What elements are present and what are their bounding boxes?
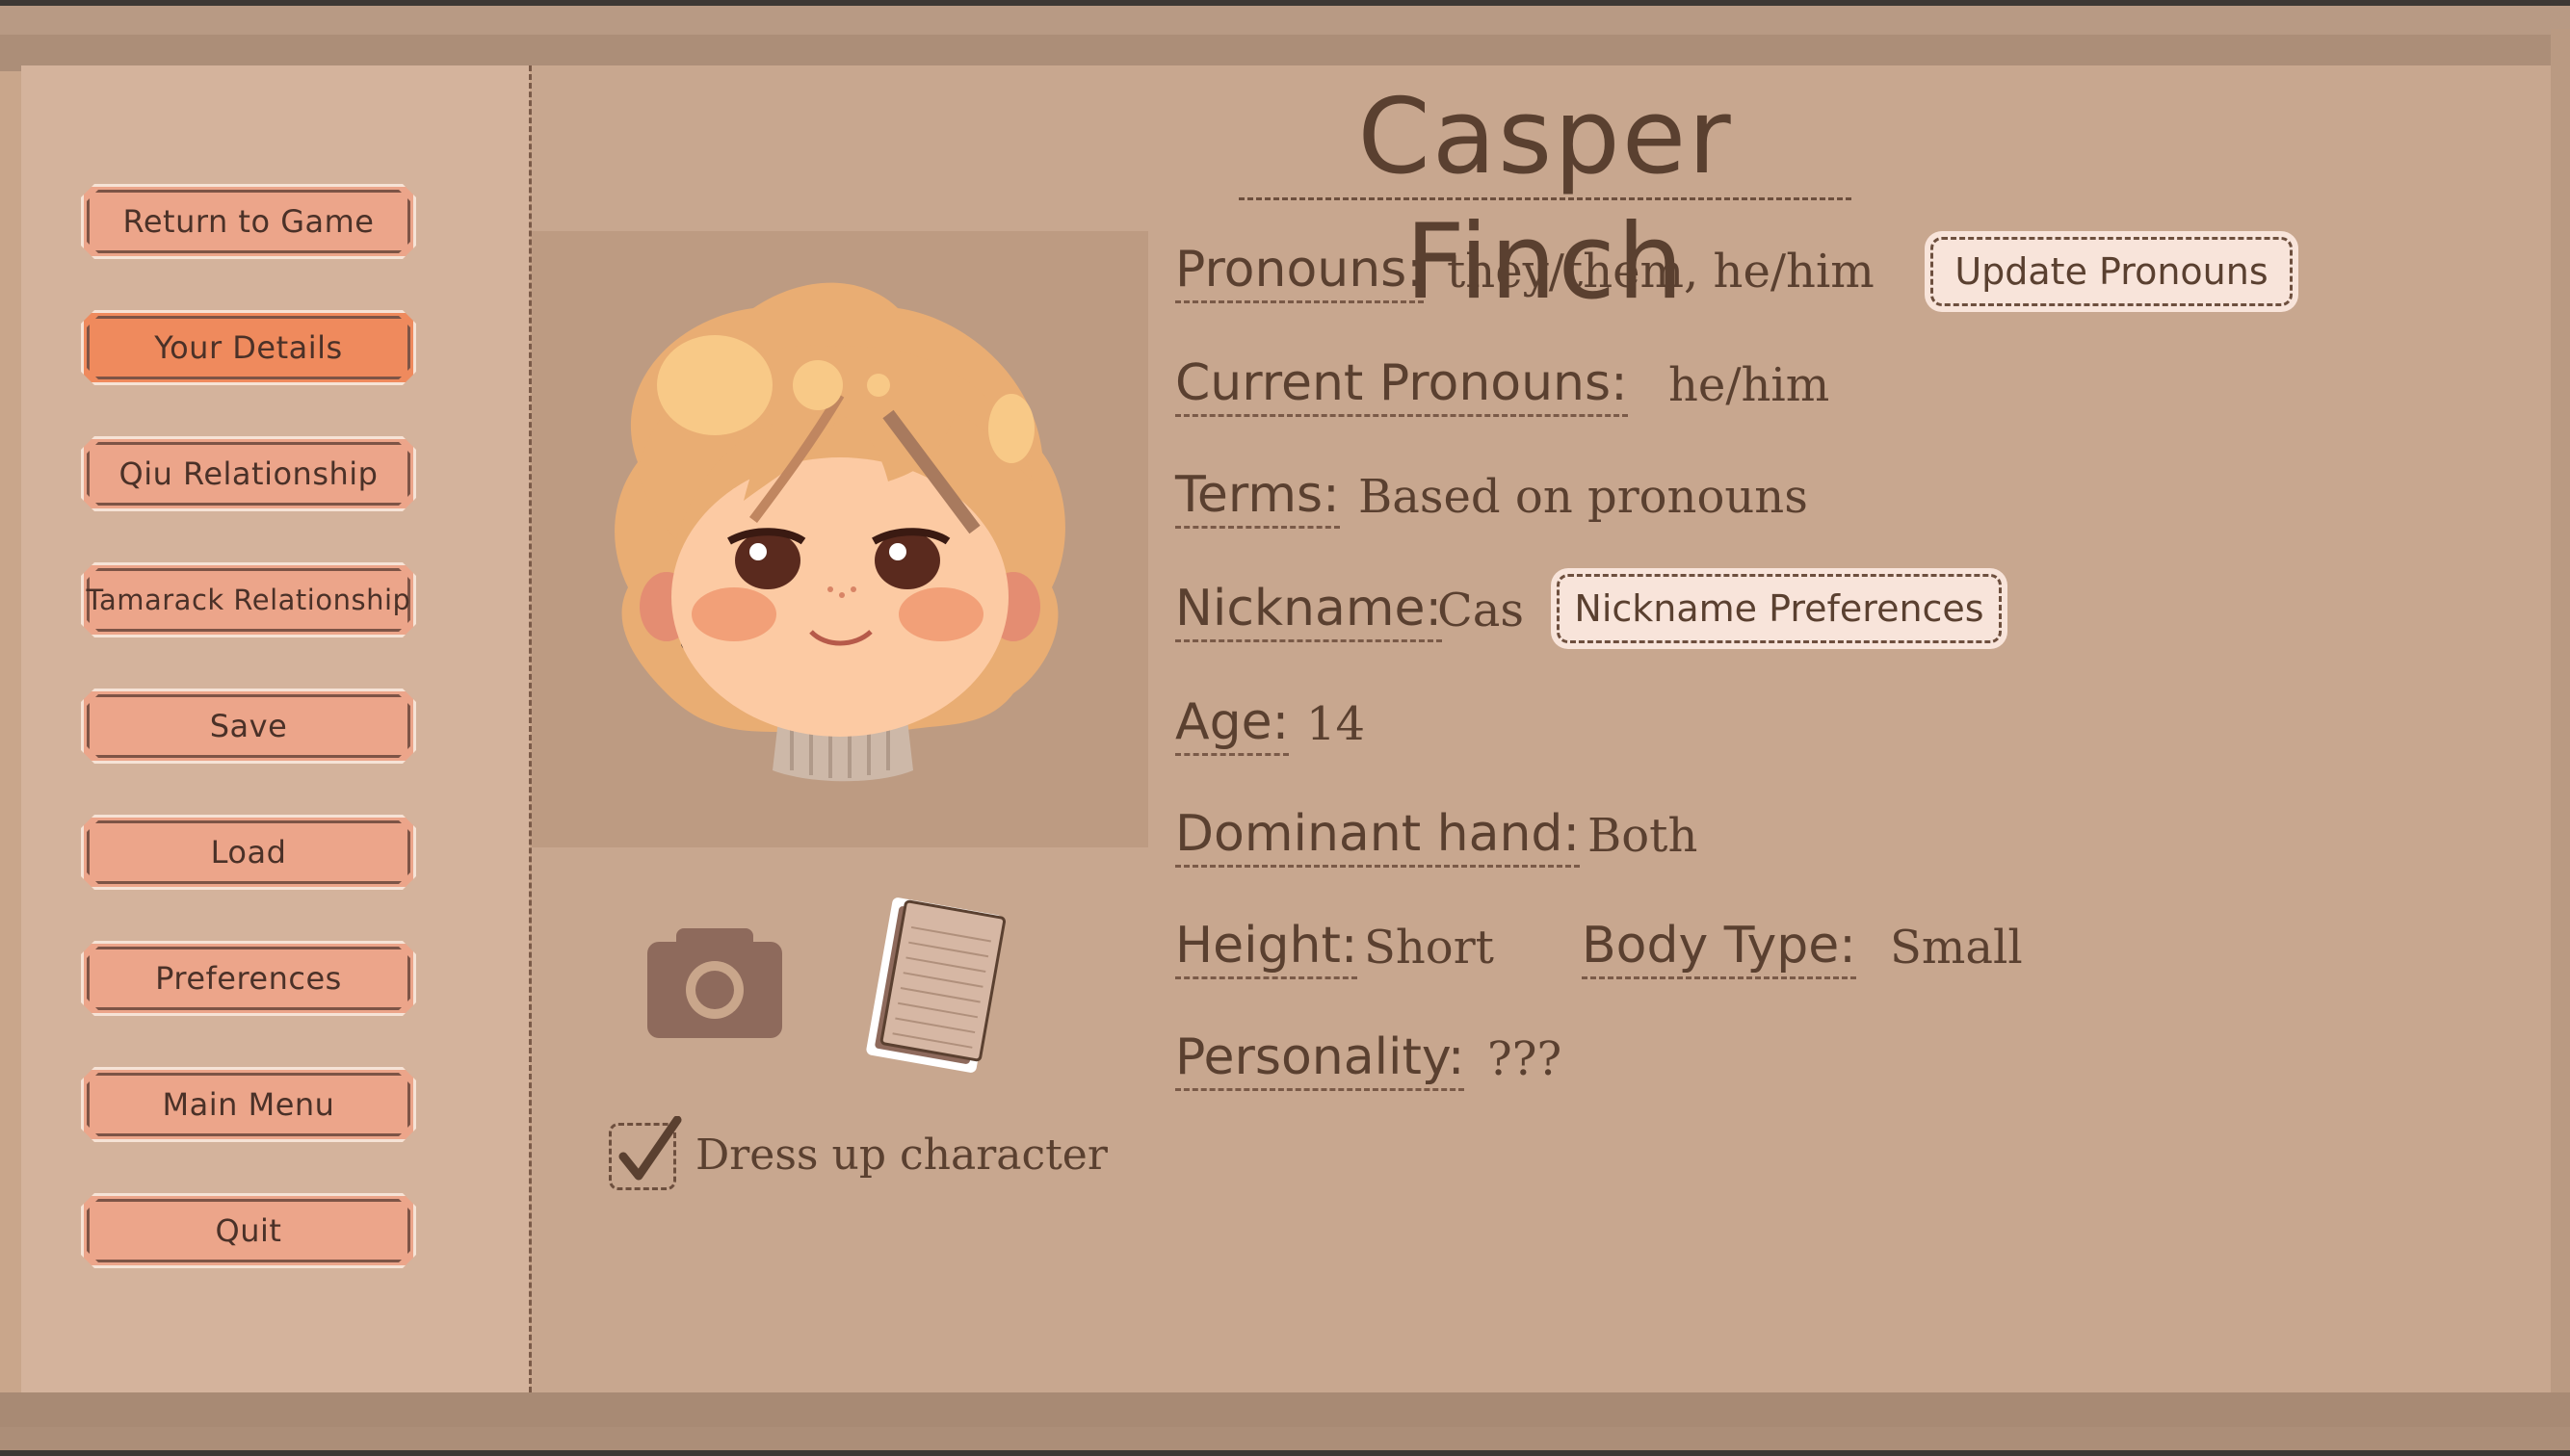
- button-label: Qiu Relationship: [118, 455, 379, 492]
- dominant-hand-label: Dominant hand:: [1175, 803, 1580, 868]
- button-label: Nickname Preferences: [1574, 587, 1984, 630]
- character-face-image: [615, 282, 1065, 782]
- preferences-button[interactable]: Preferences: [81, 941, 416, 1016]
- title-underline: [1239, 197, 1851, 200]
- nickname-preferences-button[interactable]: Nickname Preferences: [1551, 568, 2007, 649]
- pronouns-label: Pronouns:: [1175, 239, 1424, 303]
- terms-label: Terms:: [1175, 464, 1340, 529]
- dominant-hand-value: Both: [1587, 809, 1698, 863]
- update-pronouns-button[interactable]: Update Pronouns: [1925, 231, 2298, 312]
- character-portrait: [532, 231, 1148, 847]
- nickname-label: Nickname:: [1175, 578, 1443, 642]
- button-label: Return to Game: [122, 203, 375, 240]
- notepad-icon[interactable]: [857, 894, 1011, 1077]
- main-menu-button[interactable]: Main Menu: [81, 1067, 416, 1142]
- button-label: Save: [209, 708, 288, 744]
- character-name-title: Casper Finch: [1357, 77, 1733, 323]
- tamarack-relationship-button[interactable]: Tamarack Relationship: [81, 562, 416, 637]
- personality-label: Personality:: [1175, 1027, 1465, 1091]
- save-button[interactable]: Save: [81, 689, 416, 764]
- top-border: [0, 0, 2570, 71]
- pronouns-value: they/them, he/him: [1447, 245, 1875, 299]
- age-value: 14: [1306, 697, 1366, 751]
- button-label: Quit: [215, 1212, 282, 1249]
- nickname-value: Cas: [1437, 584, 1524, 637]
- checkmark-icon: [618, 1116, 682, 1181]
- body-type-label: Body Type:: [1582, 915, 1856, 979]
- current-pronouns-value: he/him: [1668, 358, 1830, 412]
- return-to-game-button[interactable]: Return to Game: [81, 184, 416, 259]
- button-label: Your Details: [154, 329, 343, 366]
- qiu-relationship-button[interactable]: Qiu Relationship: [81, 436, 416, 511]
- body-type-value: Small: [1890, 921, 2023, 975]
- load-button[interactable]: Load: [81, 815, 416, 890]
- personality-value: ???: [1487, 1032, 1562, 1086]
- camera-icon[interactable]: [647, 924, 782, 1040]
- button-label: Tamarack Relationship: [86, 584, 411, 616]
- button-label: Update Pronouns: [1954, 250, 2268, 293]
- height-label: Height:: [1175, 915, 1358, 979]
- quit-button[interactable]: Quit: [81, 1193, 416, 1268]
- button-label: Preferences: [155, 960, 342, 997]
- button-label: Load: [210, 834, 287, 871]
- terms-value: Based on pronouns: [1358, 470, 1808, 524]
- game-screen: Return to Game Your Details Qiu Relation…: [0, 0, 2570, 1456]
- dress-up-checkbox[interactable]: [609, 1116, 682, 1190]
- dress-up-label: Dress up character: [695, 1131, 1108, 1180]
- button-label: Main Menu: [162, 1086, 335, 1123]
- current-pronouns-label: Current Pronouns:: [1175, 352, 1628, 417]
- age-label: Age:: [1175, 691, 1290, 756]
- height-value: Short: [1364, 921, 1494, 975]
- your-details-button[interactable]: Your Details: [81, 310, 416, 385]
- bottom-border: [0, 1392, 2570, 1456]
- right-border: [2551, 29, 2570, 1392]
